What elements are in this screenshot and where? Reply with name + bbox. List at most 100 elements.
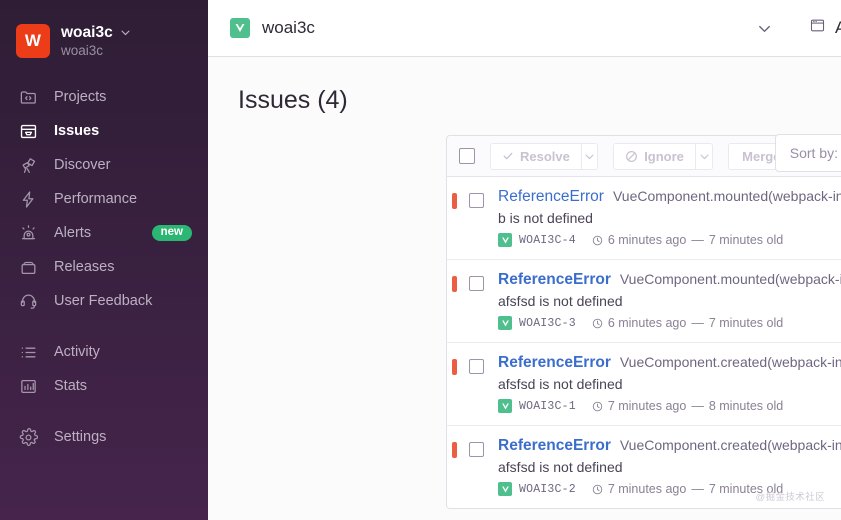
environment-label: A: [835, 18, 841, 38]
clock-icon: [592, 484, 603, 495]
watermark: @掘金技术社区: [756, 489, 825, 503]
issue-meta: WOAI3C-4 6 minutes ago — 7 minutes old: [498, 233, 841, 247]
issue-time-separator: —: [691, 482, 704, 496]
issue-title-line: ReferenceError VueComponent.created(webp…: [498, 437, 841, 455]
table-row[interactable]: ReferenceError VueComponent.mounted(webp…: [447, 177, 841, 260]
issue-select-checkbox[interactable]: [469, 276, 484, 291]
projects-folder-icon: [16, 85, 40, 109]
sidebar-item-settings[interactable]: Settings: [0, 420, 208, 454]
sidebar-item-label: Performance: [54, 191, 137, 207]
sidebar-item-label: Projects: [54, 89, 106, 105]
org-slug: woai3c: [61, 43, 131, 58]
sort-by-dropdown[interactable]: Sort by: Last S: [775, 134, 841, 172]
table-row[interactable]: ReferenceError VueComponent.mounted(webp…: [447, 260, 841, 343]
sidebar-item-label: Alerts: [54, 225, 91, 241]
issue-level-indicator: [452, 359, 457, 375]
sidebar-item-projects[interactable]: Projects: [0, 80, 208, 114]
issue-message: afsfsd is not defined: [498, 376, 841, 392]
issues-panel: Resolve Ignore: [446, 135, 841, 509]
sidebar-item-label: Releases: [54, 259, 114, 275]
sidebar-item-user-feedback[interactable]: User Feedback: [0, 284, 208, 318]
environment-selector[interactable]: A: [809, 17, 841, 39]
app-root: W woai3c woai3c Projects: [0, 0, 841, 520]
issue-age: 7 minutes old: [709, 233, 783, 247]
vue-platform-icon: [230, 18, 250, 38]
issue-times: 6 minutes ago — 7 minutes old: [592, 233, 783, 247]
issue-body: ReferenceError VueComponent.created(webp…: [498, 354, 841, 413]
clock-icon: [592, 235, 603, 246]
sidebar-item-issues[interactable]: Issues: [0, 114, 208, 148]
resolve-button[interactable]: Resolve: [491, 143, 581, 170]
select-all-checkbox[interactable]: [459, 148, 475, 164]
issue-type-link[interactable]: ReferenceError: [498, 354, 611, 372]
issue-times: 7 minutes ago — 8 minutes old: [592, 399, 783, 413]
chevron-down-icon[interactable]: [757, 21, 772, 36]
clock-icon: [592, 318, 603, 329]
issue-select-checkbox[interactable]: [469, 442, 484, 457]
vue-platform-icon: [498, 399, 512, 413]
sidebar-divider-gap-2: [0, 403, 208, 420]
issue-last-seen: 7 minutes ago: [608, 482, 687, 496]
issue-time-separator: —: [691, 233, 704, 247]
sidebar-item-alerts[interactable]: Alerts new: [0, 216, 208, 250]
issue-culprit: VueComponent.created(webpack-internal://…: [620, 437, 841, 453]
vue-platform-icon: [498, 482, 512, 496]
issue-select-checkbox[interactable]: [469, 359, 484, 374]
user-feedback-headset-icon: [16, 289, 40, 313]
issue-select-checkbox[interactable]: [469, 193, 484, 208]
sidebar-item-activity[interactable]: Activity: [0, 335, 208, 369]
project-selector[interactable]: woai3c: [230, 0, 790, 57]
page-header: Issues (4) Sort by: Last S: [208, 57, 841, 135]
ignore-button-group: Ignore: [613, 143, 713, 170]
sidebar: W woai3c woai3c Projects: [0, 0, 208, 520]
issue-age: 7 minutes old: [709, 316, 783, 330]
issue-body: ReferenceError VueComponent.mounted(webp…: [498, 271, 841, 330]
issue-title-line: ReferenceError VueComponent.mounted(webp…: [498, 188, 841, 206]
sidebar-item-label: Settings: [54, 429, 106, 445]
sidebar-item-discover[interactable]: Discover: [0, 148, 208, 182]
issue-level-indicator: [452, 442, 457, 458]
issues-list: ReferenceError VueComponent.mounted(webp…: [447, 177, 841, 508]
main-content: woai3c A Issues (4) Sort by: Last S: [208, 0, 841, 520]
settings-gear-icon: [16, 425, 40, 449]
issue-title-line: ReferenceError VueComponent.mounted(webp…: [498, 271, 841, 289]
issue-type-link[interactable]: ReferenceError: [498, 188, 604, 206]
performance-lightning-icon: [16, 187, 40, 211]
issue-age: 8 minutes old: [709, 399, 783, 413]
sidebar-item-performance[interactable]: Performance: [0, 182, 208, 216]
issue-type-link[interactable]: ReferenceError: [498, 437, 611, 455]
issue-level-indicator: [452, 193, 457, 209]
sidebar-divider-gap: [0, 318, 208, 335]
alerts-new-badge: new: [152, 225, 192, 242]
ignore-button[interactable]: Ignore: [614, 143, 695, 170]
issue-type-link[interactable]: ReferenceError: [498, 271, 611, 289]
window-icon: [809, 17, 826, 39]
chevron-down-icon[interactable]: [120, 27, 131, 38]
issue-times: 7 minutes ago — 7 minutes old: [592, 482, 783, 496]
sidebar-item-label: User Feedback: [54, 293, 152, 309]
sidebar-item-releases[interactable]: Releases: [0, 250, 208, 284]
project-name: woai3c: [262, 18, 315, 38]
issue-meta: WOAI3C-1 7 minutes ago — 8 minutes old: [498, 399, 841, 413]
vue-platform-icon: [498, 233, 512, 247]
issue-times: 6 minutes ago — 7 minutes old: [592, 316, 783, 330]
table-row[interactable]: ReferenceError VueComponent.created(webp…: [447, 343, 841, 426]
issue-short-id: WOAI3C-1: [519, 400, 576, 413]
ignore-dropdown-caret[interactable]: [695, 143, 712, 170]
issue-body: ReferenceError VueComponent.mounted(webp…: [498, 188, 841, 247]
issue-level-indicator: [452, 276, 457, 292]
clock-icon: [592, 401, 603, 412]
resolve-dropdown-caret[interactable]: [581, 143, 597, 170]
stats-bars-icon: [16, 374, 40, 398]
discover-telescope-icon: [16, 153, 40, 177]
org-switcher[interactable]: W woai3c woai3c: [0, 14, 208, 64]
sidebar-item-label: Discover: [54, 157, 110, 173]
issue-short-id: WOAI3C-2: [519, 483, 576, 496]
activity-list-icon: [16, 340, 40, 364]
org-name-row: woai3c: [61, 24, 131, 41]
sidebar-item-stats[interactable]: Stats: [0, 369, 208, 403]
issue-last-seen: 6 minutes ago: [608, 316, 687, 330]
sidebar-item-label: Activity: [54, 344, 100, 360]
releases-package-icon: [16, 255, 40, 279]
alerts-siren-icon: [16, 221, 40, 245]
